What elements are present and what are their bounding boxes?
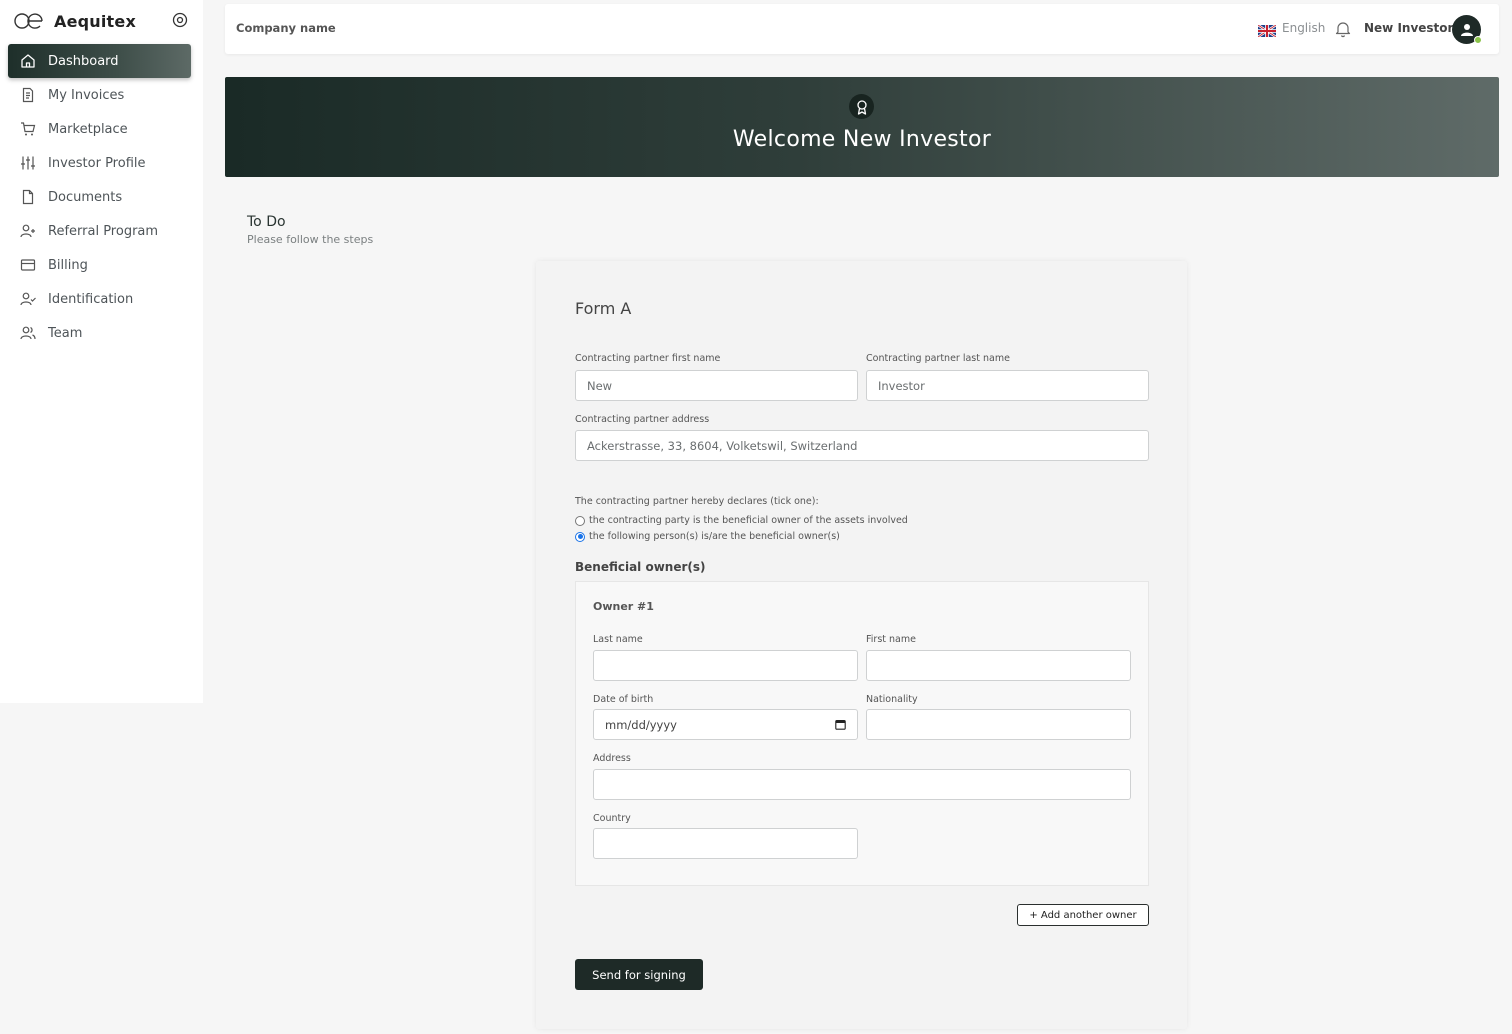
radio-label: the contracting party is the beneficial … <box>589 515 908 526</box>
owner-last-name-input[interactable] <box>593 650 858 681</box>
owner-card: Owner #1 Last name First name Date of bi… <box>575 581 1149 886</box>
uk-flag-icon <box>1257 22 1277 38</box>
welcome-title: Welcome New Investor <box>732 127 992 152</box>
form-a-card: Form A Contracting partner first name Ne… <box>536 261 1187 1029</box>
avatar[interactable] <box>1452 15 1482 44</box>
sidebar-item-my-invoices[interactable]: My Invoices <box>8 78 191 112</box>
sidebar-item-dashboard[interactable]: Dashboard <box>8 44 191 78</box>
award-icon <box>849 94 874 119</box>
partner-last-name-input[interactable]: Investor <box>866 370 1149 401</box>
sidebar-item-identification[interactable]: Identification <box>8 282 191 316</box>
declaration-option-other-persons[interactable]: the following person(s) is/are the benef… <box>575 531 840 542</box>
welcome-banner: Welcome New Investor <box>225 77 1499 177</box>
brand-name: Aequitex <box>54 11 136 31</box>
brand[interactable]: Aequitex <box>13 8 193 34</box>
sidebar-item-label: Identification <box>48 291 134 307</box>
user-name[interactable]: New Investor <box>1364 21 1453 35</box>
sidebar-item-label: My Invoices <box>48 87 125 103</box>
user-plus-icon <box>19 222 37 240</box>
add-another-owner-button[interactable]: + Add another owner <box>1017 904 1149 926</box>
partner-address-input[interactable]: Ackerstrasse, 33, 8604, Volketswil, Swit… <box>575 430 1149 461</box>
sidebar-item-label: Referral Program <box>48 223 159 239</box>
sidebar-item-referral-program[interactable]: Referral Program <box>8 214 191 248</box>
last-name-label: Contracting partner last name <box>866 353 1010 364</box>
radio-button[interactable] <box>575 515 585 526</box>
sidebar-item-team[interactable]: Team <box>8 316 191 350</box>
owner-first-name-input[interactable] <box>866 650 1131 681</box>
top-header: Company name English New Investor <box>225 4 1499 54</box>
form-title: Form A <box>575 299 632 318</box>
declaration-label: The contracting partner hereby declares … <box>575 496 819 507</box>
invoice-icon <box>19 86 37 104</box>
dob-placeholder: mm/dd/yyyy <box>605 717 677 732</box>
sidebar-item-label: Marketplace <box>48 121 128 137</box>
language-label: English <box>1282 21 1326 35</box>
calendar-icon[interactable] <box>835 719 846 730</box>
sidebar-item-label: Dashboard <box>48 53 119 69</box>
todo-subtitle: Please follow the steps <box>247 233 374 246</box>
radio-label: the following person(s) is/are the benef… <box>589 531 840 542</box>
sidebar-item-label: Investor Profile <box>48 155 146 171</box>
sidebar: Aequitex Dashboard My Invoices Marketpla… <box>0 0 203 703</box>
sidebar-item-investor-profile[interactable]: Investor Profile <box>8 146 191 180</box>
sidebar-item-marketplace[interactable]: Marketplace <box>8 112 191 146</box>
sidebar-toggle-icon[interactable] <box>171 11 189 29</box>
cart-icon <box>19 120 37 138</box>
document-icon <box>19 188 37 206</box>
radio-button-selected[interactable] <box>575 531 585 542</box>
todo-title: To Do <box>247 214 286 230</box>
home-icon <box>19 52 37 70</box>
sidebar-item-label: Documents <box>48 189 123 205</box>
users-icon <box>19 324 37 342</box>
owner-nationality-input[interactable] <box>866 709 1131 740</box>
sidebar-nav: Dashboard My Invoices Marketplace Invest… <box>8 44 191 350</box>
beneficial-owners-title: Beneficial owner(s) <box>575 560 706 574</box>
send-for-signing-button[interactable]: Send for signing <box>575 959 703 990</box>
credit-card-icon <box>19 256 37 274</box>
owner-first-name-label: First name <box>866 634 916 645</box>
first-name-label: Contracting partner first name <box>575 353 721 364</box>
sidebar-item-label: Billing <box>48 257 88 273</box>
owner-dob-label: Date of birth <box>593 694 654 705</box>
online-status-dot <box>1474 36 1482 44</box>
language-selector[interactable]: English <box>1257 21 1326 38</box>
owner-country-label: Country <box>593 813 631 824</box>
owner-dob-input[interactable]: mm/dd/yyyy <box>593 709 858 740</box>
user-avatar-icon <box>1460 23 1473 36</box>
declaration-option-beneficial-self[interactable]: the contracting party is the beneficial … <box>575 515 908 526</box>
owner-nationality-label: Nationality <box>866 694 918 705</box>
sidebar-item-documents[interactable]: Documents <box>8 180 191 214</box>
aequitex-logo-icon <box>13 10 45 32</box>
company-name: Company name <box>236 21 336 35</box>
address-label: Contracting partner address <box>575 414 710 425</box>
owner-address-label: Address <box>593 753 631 764</box>
owner-last-name-label: Last name <box>593 634 643 645</box>
notification-bell-icon[interactable] <box>1335 20 1351 38</box>
owner-title: Owner #1 <box>593 600 654 613</box>
sliders-icon <box>19 154 37 172</box>
owner-country-input[interactable] <box>593 828 858 859</box>
user-check-icon <box>19 290 37 308</box>
owner-address-input[interactable] <box>593 769 1131 800</box>
sidebar-item-label: Team <box>48 325 83 341</box>
partner-first-name-input[interactable]: New <box>575 370 858 401</box>
sidebar-item-billing[interactable]: Billing <box>8 248 191 282</box>
